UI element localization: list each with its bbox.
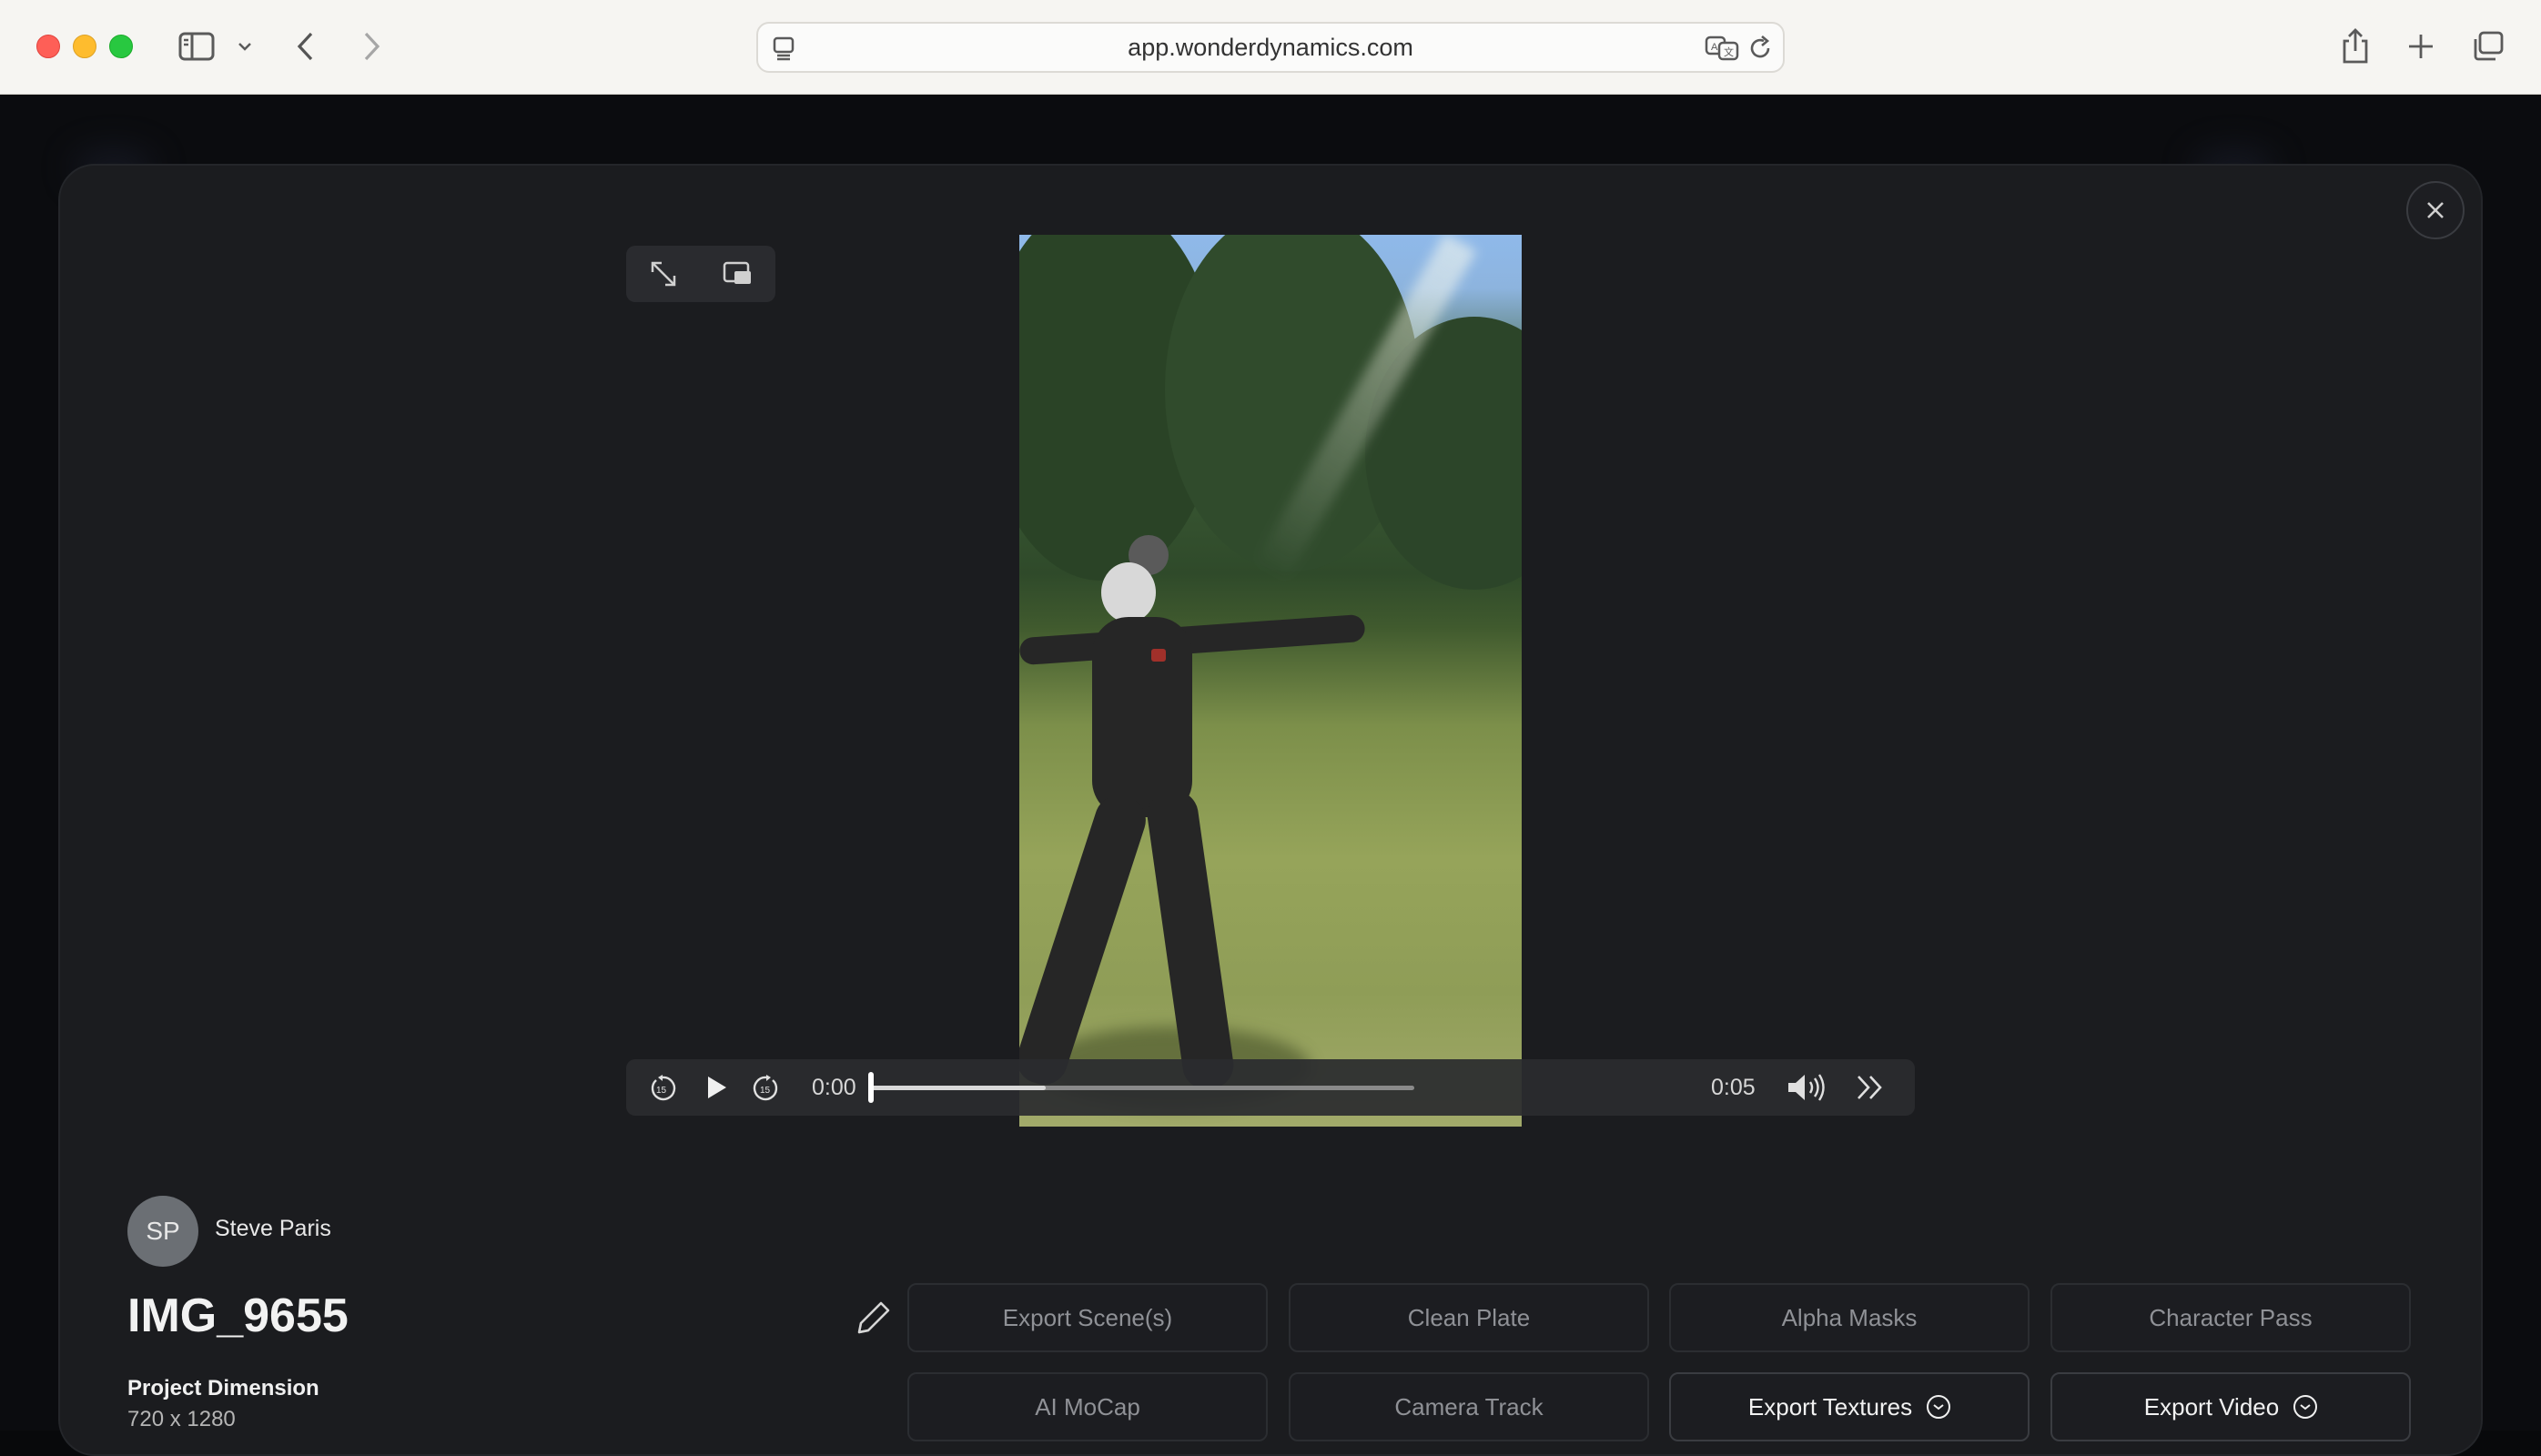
- duration-time: 0:05: [1711, 1075, 1756, 1100]
- character-pass-button[interactable]: Character Pass: [2050, 1283, 2411, 1352]
- clean-plate-button[interactable]: Clean Plate: [1289, 1283, 1649, 1352]
- svg-text:15: 15: [656, 1086, 667, 1096]
- sidebar-menu-chevron[interactable]: [233, 24, 257, 69]
- browser-toolbar: app.wonderdynamics.com A 文: [0, 0, 2541, 95]
- project-dimension-value: 720 x 1280: [127, 1407, 236, 1431]
- chevron-right-icon: [364, 32, 380, 61]
- svg-text:文: 文: [1724, 46, 1734, 58]
- export-video-button[interactable]: Export Video: [2050, 1372, 2411, 1441]
- chevron-down-icon: [2293, 1395, 2318, 1419]
- project-dimension-label: Project Dimension: [127, 1376, 319, 1400]
- camera-track-label: Camera Track: [1394, 1392, 1544, 1421]
- rewind-15-icon[interactable]: 15: [648, 1074, 677, 1103]
- sidebar-icon: [178, 32, 215, 61]
- current-time: 0:00: [812, 1075, 856, 1100]
- timeline-track[interactable]: [872, 1086, 1414, 1090]
- alpha-masks-button[interactable]: Alpha Masks: [1669, 1283, 2030, 1352]
- tabs-overview-icon: [2474, 31, 2504, 61]
- ai-mocap-label: AI MoCap: [1035, 1392, 1140, 1421]
- chevron-left-icon: [297, 32, 313, 61]
- edit-title-button[interactable]: [850, 1296, 896, 1341]
- camera-track-button[interactable]: Camera Track: [1289, 1372, 1649, 1441]
- owner-name: Steve Paris: [215, 1216, 331, 1241]
- avatar: SP: [127, 1196, 198, 1267]
- svg-text:A: A: [1711, 42, 1718, 53]
- timeline-scrubber[interactable]: [868, 1072, 874, 1103]
- timeline-buffered: [872, 1086, 1046, 1090]
- export-textures-label: Export Textures: [1747, 1392, 1913, 1421]
- project-title: IMG_9655: [127, 1289, 349, 1342]
- plus-icon: [2409, 35, 2433, 58]
- video-player-controls: 15 15 0:00 0:05: [626, 1059, 1915, 1116]
- share-icon: [2343, 28, 2368, 64]
- close-icon: [2427, 202, 2444, 218]
- window-minimize-button[interactable]: [73, 35, 96, 58]
- window-close-button[interactable]: [36, 35, 60, 58]
- clean-plate-label: Clean Plate: [1407, 1303, 1531, 1331]
- forward-button[interactable]: [353, 24, 390, 69]
- reload-icon[interactable]: [1748, 35, 1774, 62]
- chevron-down-icon: [1927, 1395, 1951, 1419]
- picture-in-picture-icon[interactable]: [722, 258, 754, 290]
- back-button[interactable]: [288, 24, 324, 69]
- chevron-down-icon: [238, 43, 251, 51]
- pencil-icon: [857, 1301, 890, 1334]
- export-textures-button[interactable]: Export Textures: [1669, 1372, 2030, 1441]
- close-modal-button[interactable]: [2406, 181, 2465, 239]
- volume-icon[interactable]: [1786, 1072, 1829, 1103]
- tab-overview-button[interactable]: [2468, 24, 2508, 69]
- new-tab-button[interactable]: [2403, 24, 2439, 69]
- svg-text:15: 15: [760, 1086, 771, 1096]
- expand-icon[interactable]: [647, 258, 680, 290]
- play-icon[interactable]: [703, 1074, 730, 1101]
- ai-mocap-button[interactable]: AI MoCap: [907, 1372, 1268, 1441]
- forward-15-icon[interactable]: 15: [752, 1074, 781, 1103]
- video-preview[interactable]: [1019, 235, 1522, 1127]
- sidebar-toggle-button[interactable]: [175, 24, 218, 69]
- export-scenes-button[interactable]: Export Scene(s): [907, 1283, 1268, 1352]
- export-scenes-label: Export Scene(s): [1002, 1303, 1173, 1331]
- alpha-masks-label: Alpha Masks: [1781, 1303, 1918, 1331]
- share-button[interactable]: [2335, 24, 2375, 69]
- url-text: app.wonderdynamics.com: [1128, 34, 1413, 61]
- address-bar[interactable]: app.wonderdynamics.com A 文: [756, 22, 1785, 73]
- skip-forward-icon[interactable]: [1855, 1074, 1886, 1101]
- view-tools: [626, 246, 775, 302]
- character-pass-label: Character Pass: [2149, 1303, 2313, 1331]
- translate-icon[interactable]: A 文: [1705, 35, 1741, 62]
- export-video-label: Export Video: [2143, 1392, 2280, 1421]
- window-zoom-button[interactable]: [109, 35, 133, 58]
